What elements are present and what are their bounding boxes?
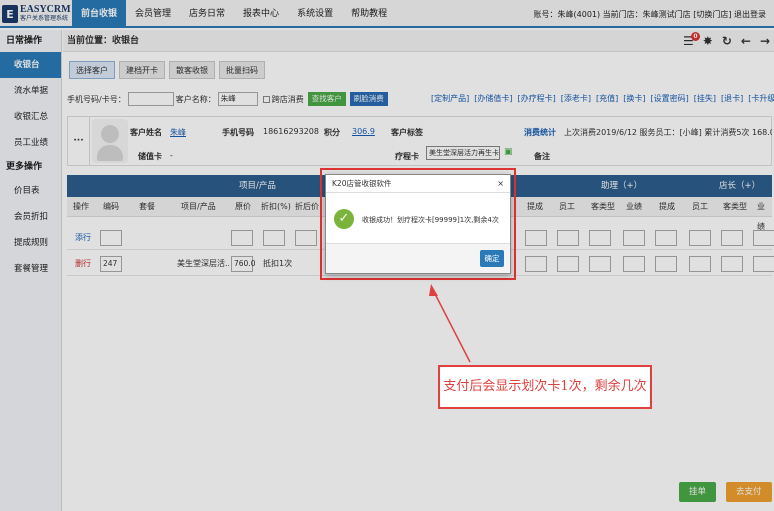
- annotation-arrow: [429, 284, 471, 363]
- annotation-note: 支付后会显示划次卡1次，剩余几次: [438, 365, 652, 409]
